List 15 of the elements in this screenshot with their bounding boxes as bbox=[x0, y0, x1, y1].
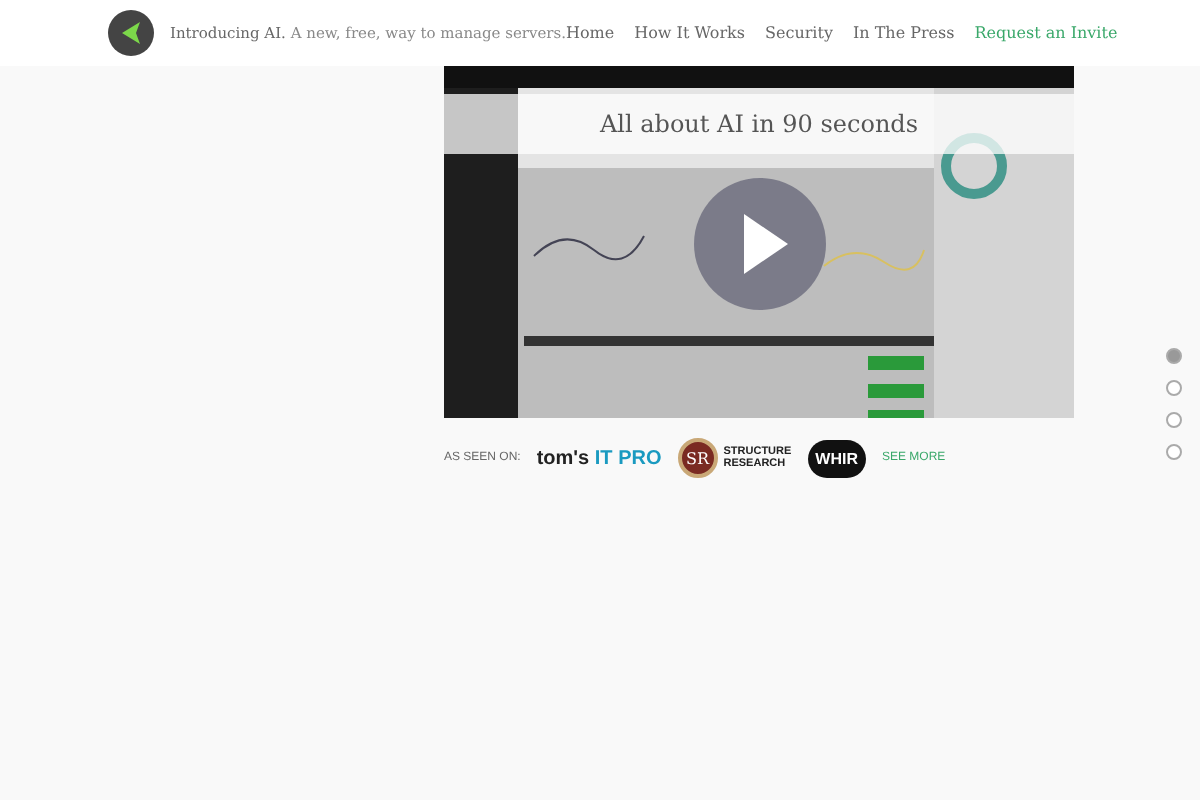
pager-dot[interactable] bbox=[1166, 380, 1182, 396]
press-logo[interactable]: tom's IT PRO bbox=[536, 447, 662, 469]
press-logo[interactable]: WHIR bbox=[807, 439, 866, 477]
play-icon[interactable] bbox=[694, 178, 826, 310]
nav-link[interactable]: Security bbox=[765, 24, 833, 42]
nav-link[interactable]: In The Press bbox=[852, 24, 955, 42]
pager-dot[interactable] bbox=[1166, 348, 1182, 364]
nav-link[interactable]: Home bbox=[566, 24, 615, 42]
video-player[interactable]: All about AI in 90 seconds bbox=[444, 66, 1074, 418]
logo-icon[interactable] bbox=[108, 10, 154, 56]
invite-link[interactable]: Request an Invite bbox=[974, 24, 1118, 42]
nav-link[interactable]: How It Works bbox=[634, 24, 745, 42]
pager-dot[interactable] bbox=[1166, 444, 1182, 460]
video-title: All about AI in 90 seconds bbox=[599, 110, 919, 138]
pager-dot[interactable] bbox=[1166, 412, 1182, 428]
